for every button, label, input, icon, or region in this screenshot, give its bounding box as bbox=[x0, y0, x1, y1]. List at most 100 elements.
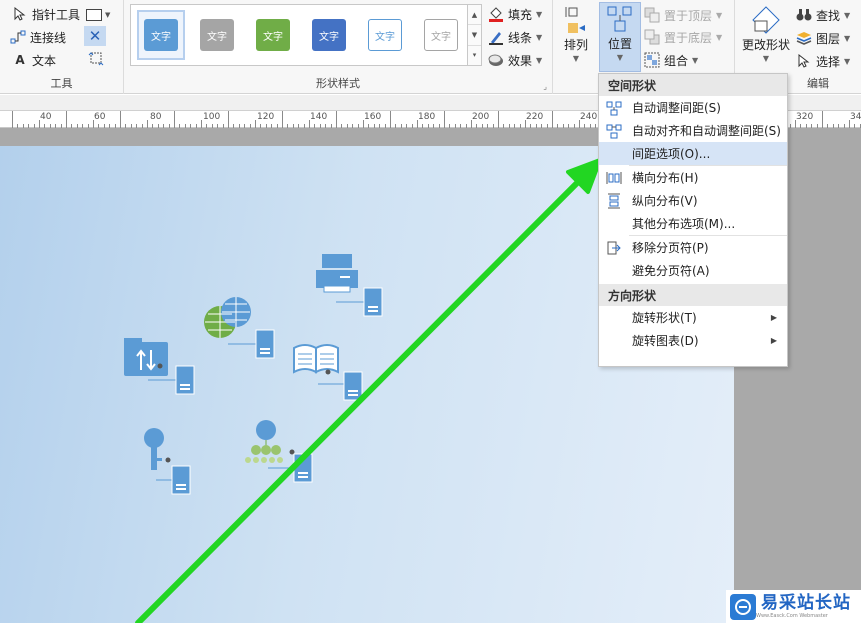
chevron-down-icon: ▼ bbox=[616, 53, 624, 62]
position-dropdown-menu: 空间形状 自动调整间距(S) 自动对齐和自动调整间距(S) 间距选项(O)...… bbox=[598, 73, 788, 367]
line-label: 线条 bbox=[508, 30, 533, 45]
gallery-down-icon[interactable]: ▼ bbox=[468, 25, 481, 46]
key-shape[interactable] bbox=[144, 428, 171, 470]
pointer-icon bbox=[12, 6, 28, 22]
style-tile-swatch: 文字 bbox=[368, 19, 402, 51]
chevron-down-icon: ▼ bbox=[844, 34, 851, 43]
change-shape-icon bbox=[751, 4, 781, 36]
binoculars-icon bbox=[796, 7, 812, 23]
ruler-tick bbox=[255, 120, 256, 128]
send-to-back-button[interactable]: 置于底层 ▼ bbox=[644, 27, 722, 47]
gallery-scrollbar[interactable]: ▲ ▼ ▾ bbox=[468, 4, 482, 66]
style-tile[interactable]: 文字 bbox=[249, 10, 297, 60]
ruler-tick bbox=[309, 120, 310, 128]
menu-item-more-distribute[interactable]: 其他分布选项(M)... bbox=[599, 212, 787, 235]
gallery-up-icon[interactable]: ▲ bbox=[468, 5, 481, 26]
ruler-tick bbox=[66, 111, 67, 128]
folder-arrows-shape[interactable] bbox=[124, 338, 168, 376]
layer-label: 图层 bbox=[816, 31, 841, 46]
connector-button[interactable]: 连接线 bbox=[10, 27, 66, 47]
rectangle-icon bbox=[86, 9, 102, 21]
position-button[interactable]: 位置 ▼ bbox=[599, 2, 641, 72]
ruler-tick bbox=[336, 111, 337, 128]
text-a-icon: A bbox=[15, 53, 25, 67]
transform-tool-button[interactable] bbox=[86, 50, 106, 68]
pointer-tool-label: 指针工具 bbox=[32, 7, 81, 22]
effect-button[interactable]: 效果 ▼ bbox=[488, 50, 542, 70]
chevron-down-icon: ▼ bbox=[536, 56, 543, 65]
menu-item-auto-align-space[interactable]: 自动对齐和自动调整间距(S) bbox=[599, 119, 787, 142]
ruler-tick bbox=[147, 120, 148, 128]
document-shape[interactable] bbox=[156, 465, 191, 495]
style-tile-swatch: 文字 bbox=[424, 19, 458, 51]
style-tile-label: 文字 bbox=[375, 31, 395, 43]
bring-front-icon bbox=[644, 7, 660, 23]
chevron-down-icon: ▼ bbox=[536, 33, 543, 42]
send-back-icon bbox=[644, 29, 660, 45]
rectangle-tool-button[interactable]: ▼ bbox=[86, 6, 116, 24]
fill-button[interactable]: 填充 ▼ bbox=[488, 4, 542, 24]
ruler-tick bbox=[12, 111, 13, 128]
ruler-label: 60 bbox=[94, 112, 106, 122]
change-shape-label: 更改形状 bbox=[741, 38, 790, 52]
watermark: 易采站长站 Www.Easck.Com Webmaster bbox=[726, 590, 861, 623]
printer-shape[interactable] bbox=[316, 254, 358, 293]
find-button[interactable]: 查找 ▼ bbox=[796, 5, 850, 25]
chevron-down-icon: ▼ bbox=[692, 56, 699, 65]
globe-shape[interactable] bbox=[204, 297, 251, 338]
arrange-button[interactable]: 排列 ▼ bbox=[560, 4, 592, 70]
document-shape[interactable] bbox=[228, 329, 275, 359]
group-button[interactable]: 组合 ▼ bbox=[644, 50, 698, 70]
dialog-launcher-icon[interactable]: ⌟ bbox=[543, 82, 547, 91]
ruler-tick bbox=[201, 120, 202, 128]
position-label: 位置 bbox=[607, 37, 632, 51]
style-tile-label: 文字 bbox=[319, 31, 339, 43]
style-tile[interactable]: 文字 bbox=[361, 10, 409, 60]
group-icon bbox=[644, 52, 660, 68]
gallery-more-icon[interactable]: ▾ bbox=[468, 46, 481, 65]
menu-item-rotate-diagram[interactable]: 旋转图表(D) ▶ bbox=[599, 329, 787, 352]
ruler-tick bbox=[282, 111, 283, 128]
change-shape-button[interactable]: 更改形状 ▼ bbox=[739, 4, 793, 70]
find-label: 查找 bbox=[816, 8, 841, 23]
arrange-label: 排列 bbox=[563, 38, 588, 52]
ruler-tick bbox=[174, 111, 175, 128]
ruler-tick bbox=[525, 120, 526, 128]
book-shape[interactable] bbox=[293, 344, 339, 375]
effect-label: 效果 bbox=[508, 53, 533, 68]
style-tile[interactable]: 文字 bbox=[417, 10, 465, 60]
arrange-icon bbox=[561, 4, 591, 36]
bring-to-front-button[interactable]: 置于顶层 ▼ bbox=[644, 5, 722, 25]
submenu-arrow-icon: ▶ bbox=[770, 336, 777, 345]
select-button[interactable]: 选择 ▼ bbox=[796, 51, 850, 71]
menu-item-label: 横向分布(H) bbox=[632, 171, 699, 185]
transform-icon bbox=[88, 50, 104, 69]
close-tool-button[interactable]: ✕ bbox=[84, 26, 106, 46]
layer-button[interactable]: 图层 ▼ bbox=[796, 28, 850, 48]
menu-item-rotate-shape[interactable]: 旋转形状(T) ▶ bbox=[599, 306, 787, 329]
menu-item-spacing-options[interactable]: 间距选项(O)... bbox=[599, 142, 787, 165]
style-tile[interactable]: 文字 bbox=[193, 10, 241, 60]
style-tile-label: 文字 bbox=[431, 31, 451, 43]
menu-item-avoid-page-break[interactable]: 避免分页符(A) bbox=[599, 259, 787, 282]
menu-item-distribute-vertical[interactable]: 纵向分布(V) bbox=[599, 189, 787, 212]
line-button[interactable]: 线条 ▼ bbox=[488, 27, 542, 47]
style-tile[interactable]: 文字 bbox=[137, 10, 185, 60]
menu-item-distribute-horizontal[interactable]: 横向分布(H) bbox=[599, 166, 787, 189]
hierarchy-shape[interactable] bbox=[245, 420, 295, 463]
menu-item-remove-page-break[interactable]: 移除分页符(P) bbox=[599, 236, 787, 259]
pointer-tool-button[interactable]: 指针工具 bbox=[12, 4, 80, 24]
effect-icon bbox=[488, 52, 504, 68]
chevron-down-icon: ▼ bbox=[105, 11, 111, 19]
watermark-subtext: Www.Easck.Com Webmaster bbox=[756, 612, 828, 619]
style-tile-swatch: 文字 bbox=[256, 19, 290, 51]
close-x-icon: ✕ bbox=[88, 26, 102, 45]
style-tile[interactable]: 文字 bbox=[305, 10, 353, 60]
tools-group-label: 工具 bbox=[50, 77, 73, 90]
menu-item-label: 移除分页符(P) bbox=[632, 241, 709, 255]
menu-section-space: 空间形状 bbox=[599, 74, 787, 96]
style-tile-label: 文字 bbox=[263, 31, 283, 43]
menu-item-auto-space[interactable]: 自动调整间距(S) bbox=[599, 96, 787, 119]
text-tool-button[interactable]: A 文本 bbox=[12, 50, 56, 70]
document-shape[interactable] bbox=[318, 371, 363, 401]
